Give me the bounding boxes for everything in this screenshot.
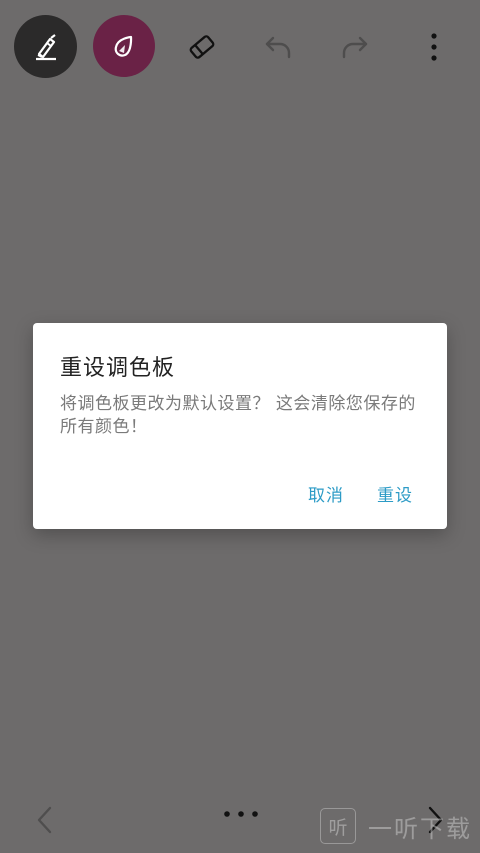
- dialog-message: 将调色板更改为默认设置？ 这会清除您保存的所有颜色！: [60, 394, 416, 437]
- redo-icon: [342, 36, 368, 59]
- watermark-text: 一听下载: [368, 814, 472, 843]
- color-tool-button[interactable]: [93, 15, 155, 77]
- chevron-left-icon: [37, 806, 52, 834]
- cancel-button[interactable]: 取消: [308, 481, 344, 506]
- watermark-logo: 听: [320, 808, 356, 844]
- toolbar: [0, 0, 480, 95]
- redo-button[interactable]: [333, 25, 377, 69]
- pen-icon: [35, 33, 56, 60]
- more-horizontal-icon: [224, 811, 258, 817]
- dialog-title: 重设调色板: [60, 356, 176, 381]
- pen-tool-button[interactable]: [14, 15, 77, 78]
- page-menu-button[interactable]: [222, 805, 260, 817]
- previous-page-button[interactable]: [30, 803, 60, 837]
- reset-palette-dialog: 重设调色板 将调色板更改为默认设置？ 这会清除您保存的所有颜色！ 取消 重设: [33, 323, 447, 529]
- droplet-icon: [114, 35, 133, 57]
- eraser-icon: [189, 35, 215, 59]
- undo-button[interactable]: [256, 25, 300, 69]
- reset-button[interactable]: 重设: [377, 481, 413, 506]
- more-options-button[interactable]: [412, 25, 456, 69]
- eraser-tool-button[interactable]: [178, 25, 226, 69]
- undo-icon: [265, 36, 291, 59]
- watermark: 听 一听下载: [320, 806, 472, 846]
- more-vertical-icon: [431, 33, 437, 61]
